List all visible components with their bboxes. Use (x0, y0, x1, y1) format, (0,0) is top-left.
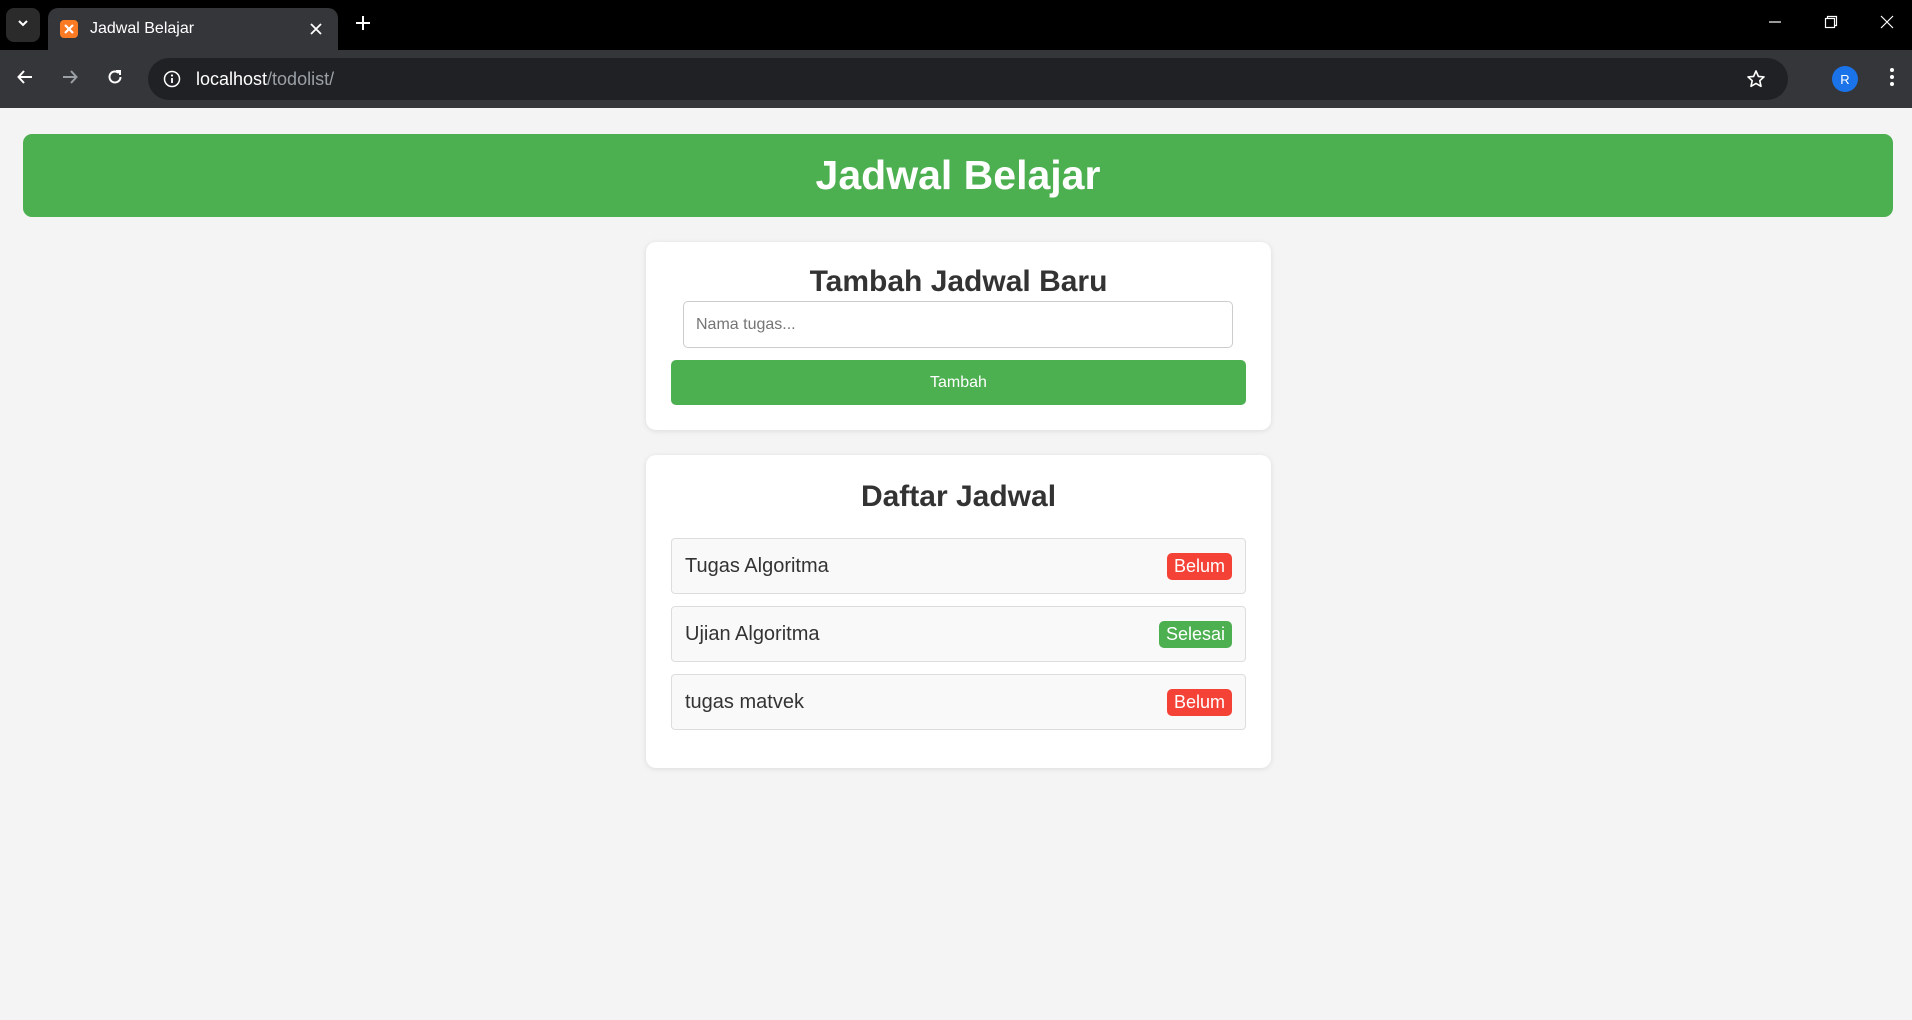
status-badge: Belum (1166, 688, 1232, 716)
reload-button[interactable] (97, 61, 133, 97)
status-badge: Selesai (1158, 620, 1232, 648)
list-item: Tugas Algoritma Belum (671, 538, 1246, 594)
page-title: Jadwal Belajar (815, 152, 1101, 198)
avatar[interactable]: R (1832, 66, 1858, 92)
task-name: Ujian Algoritma (685, 622, 820, 645)
info-icon[interactable] (154, 61, 190, 97)
browser-menu-button[interactable] (1874, 61, 1910, 97)
list-item: tugas matvek Belum (671, 674, 1246, 730)
url-host: localhost (196, 68, 268, 89)
restore-icon (1824, 15, 1838, 34)
add-button[interactable]: Tambah (671, 360, 1246, 405)
reload-icon (106, 68, 124, 91)
task-name: tugas matvek (685, 690, 804, 713)
task-name: Tugas Algoritma (685, 554, 829, 577)
minimize-icon (1768, 15, 1782, 34)
star-icon[interactable] (1738, 61, 1774, 97)
chevron-down-icon (16, 16, 30, 35)
restore-button[interactable] (1806, 6, 1856, 42)
arrow-left-icon (16, 68, 34, 91)
browser-tabbar: Jadwal Belajar (0, 0, 1912, 50)
close-icon[interactable] (302, 15, 330, 43)
plus-icon (355, 15, 371, 36)
schedule-list-card: Daftar Jadwal Tugas Algoritma Belum Ujia… (646, 455, 1271, 768)
new-tab-button[interactable] (348, 10, 378, 40)
more-vert-icon (1889, 67, 1895, 92)
add-schedule-card: Tambah Jadwal Baru Tambah (646, 242, 1271, 430)
schedule-list-heading: Daftar Jadwal (860, 480, 1057, 513)
forward-button[interactable] (52, 61, 88, 97)
browser-toolbar: localhost/todolist/ (0, 50, 1912, 108)
address-bar[interactable]: localhost/todolist/ (148, 58, 1788, 100)
minimize-button[interactable] (1750, 6, 1800, 42)
window-close-button[interactable] (1862, 6, 1912, 42)
status-badge: Belum (1166, 552, 1232, 580)
task-name-input[interactable] (683, 301, 1233, 348)
back-button[interactable] (7, 61, 43, 97)
tab-title: Jadwal Belajar (90, 20, 195, 37)
url-text: localhost/todolist/ (196, 69, 334, 90)
list-item: Ujian Algoritma Selesai (671, 606, 1246, 662)
url-path: /todolist/ (267, 68, 335, 89)
add-schedule-heading: Tambah Jadwal Baru (809, 265, 1108, 298)
browser-tab-active[interactable]: Jadwal Belajar (48, 8, 338, 50)
tab-search-button[interactable] (6, 8, 40, 42)
close-icon (1880, 15, 1894, 34)
arrow-right-icon (61, 68, 79, 91)
xampp-icon (60, 20, 78, 38)
page-header: Jadwal Belajar (23, 134, 1893, 217)
